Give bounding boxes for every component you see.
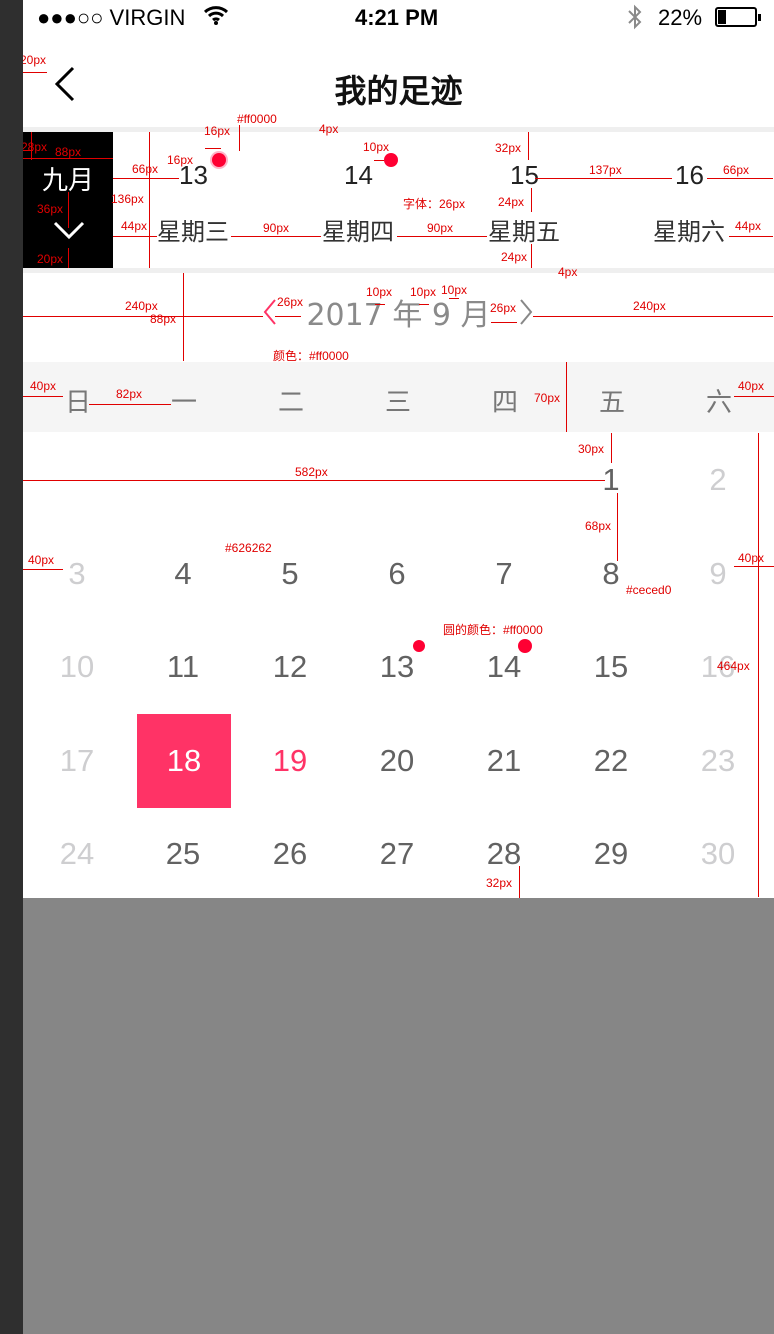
week-day-number[interactable]: 14 (344, 160, 373, 191)
carrier-label: ●●●○○ VIRGIN (37, 5, 186, 30)
weekday-label: 五 (598, 388, 625, 418)
battery-percent: 22% (658, 5, 703, 30)
footprint-dot (212, 153, 226, 167)
calendar-day[interactable]: 23 (671, 714, 765, 808)
calendar-day[interactable]: 3 (30, 527, 124, 621)
calendar-day[interactable]: 15 (564, 620, 658, 714)
selected-day[interactable]: 18 (137, 714, 231, 808)
weekday-label: 二 (277, 388, 304, 418)
calendar-day[interactable]: 6 (350, 527, 444, 621)
calendar-day[interactable]: 19 (243, 714, 337, 808)
calendar-day[interactable]: 21 (457, 714, 551, 808)
week-day-name: 星期五 (488, 218, 560, 246)
calendar-day[interactable]: 13 (350, 620, 444, 714)
divider (23, 268, 774, 273)
calendar-day[interactable]: 4 (136, 527, 230, 621)
weekday-label: 一 (170, 388, 197, 418)
weekday-label: 四 (491, 388, 518, 418)
battery-icon (715, 7, 761, 27)
calendar-day[interactable]: 20 (350, 714, 444, 808)
divider (23, 127, 774, 132)
week-day-name: 星期三 (157, 218, 229, 246)
weekday-label: 日 (64, 388, 91, 418)
page-title: 我的足迹 (334, 72, 463, 110)
week-day-number[interactable]: 15 (510, 160, 539, 191)
calendar-day[interactable]: 8 (564, 527, 658, 621)
calendar-day[interactable]: 17 (30, 714, 124, 808)
calendar-day[interactable]: 26 (243, 807, 337, 901)
week-day-name: 星期四 (322, 218, 394, 246)
calendar-day[interactable]: 30 (671, 807, 765, 901)
wifi-icon (203, 4, 229, 32)
weekday-label: 三 (384, 388, 411, 418)
calendar-day[interactable]: 7 (457, 527, 551, 621)
calendar-day[interactable]: 25 (136, 807, 230, 901)
clock: 4:21 PM (355, 5, 439, 30)
footprint-dot (384, 153, 398, 167)
week-day-name: 星期六 (653, 218, 725, 246)
calendar-day[interactable]: 11 (136, 620, 230, 714)
calendar-day[interactable]: 10 (30, 620, 124, 714)
calendar-day[interactable]: 22 (564, 714, 658, 808)
calendar-day[interactable]: 27 (350, 807, 444, 901)
chevron-down-icon (53, 220, 85, 245)
bluetooth-icon (625, 4, 645, 36)
calendar-day[interactable]: 24 (30, 807, 124, 901)
calendar-day[interactable]: 12 (243, 620, 337, 714)
calendar-day[interactable]: 9 (671, 527, 765, 621)
week-day-number[interactable]: 16 (675, 160, 704, 191)
footprint-dot (413, 640, 425, 652)
next-month-icon[interactable] (519, 298, 533, 331)
footprint-dot (518, 639, 532, 653)
calendar-day[interactable]: 29 (564, 807, 658, 901)
phone-screen: ●●●○○ VIRGIN 4:21 PM 22% 我的足迹 九月 13 14 1… (23, 0, 774, 1334)
status-bar: ●●●○○ VIRGIN 4:21 PM 22% (23, 0, 774, 36)
calendar-day[interactable]: 2 (671, 433, 765, 527)
